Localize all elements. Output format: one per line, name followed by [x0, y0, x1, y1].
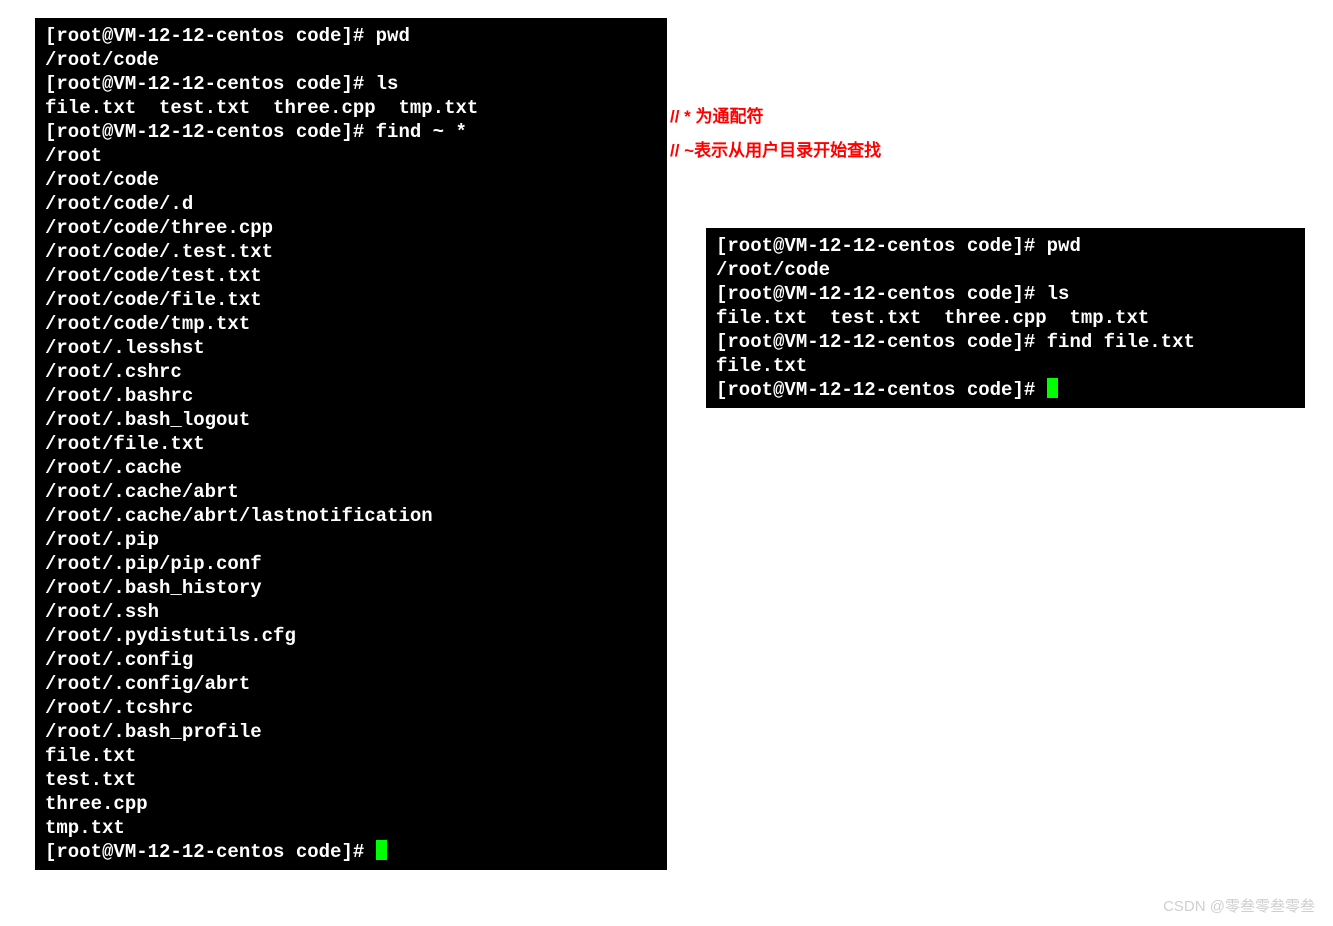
- annotations: // * 为通配符 // ~表示从用户目录开始查找: [670, 100, 881, 168]
- terminal-left-lines: [root@VM-12-12-centos code]# pwd /root/c…: [45, 25, 478, 839]
- terminal-right-prompt: [root@VM-12-12-centos code]#: [716, 379, 1047, 401]
- terminal-right-lines: [root@VM-12-12-centos code]# pwd /root/c…: [716, 235, 1195, 377]
- cursor-icon: [376, 840, 387, 860]
- annotation-2: // ~表示从用户目录开始查找: [670, 134, 881, 168]
- cursor-icon: [1047, 378, 1058, 398]
- terminal-right: [root@VM-12-12-centos code]# pwd /root/c…: [706, 228, 1305, 408]
- terminal-left: [root@VM-12-12-centos code]# pwd /root/c…: [35, 18, 667, 870]
- watermark: CSDN @零叁零叁零叁: [1163, 895, 1315, 916]
- terminal-left-prompt: [root@VM-12-12-centos code]#: [45, 841, 376, 863]
- annotation-1: // * 为通配符: [670, 100, 881, 134]
